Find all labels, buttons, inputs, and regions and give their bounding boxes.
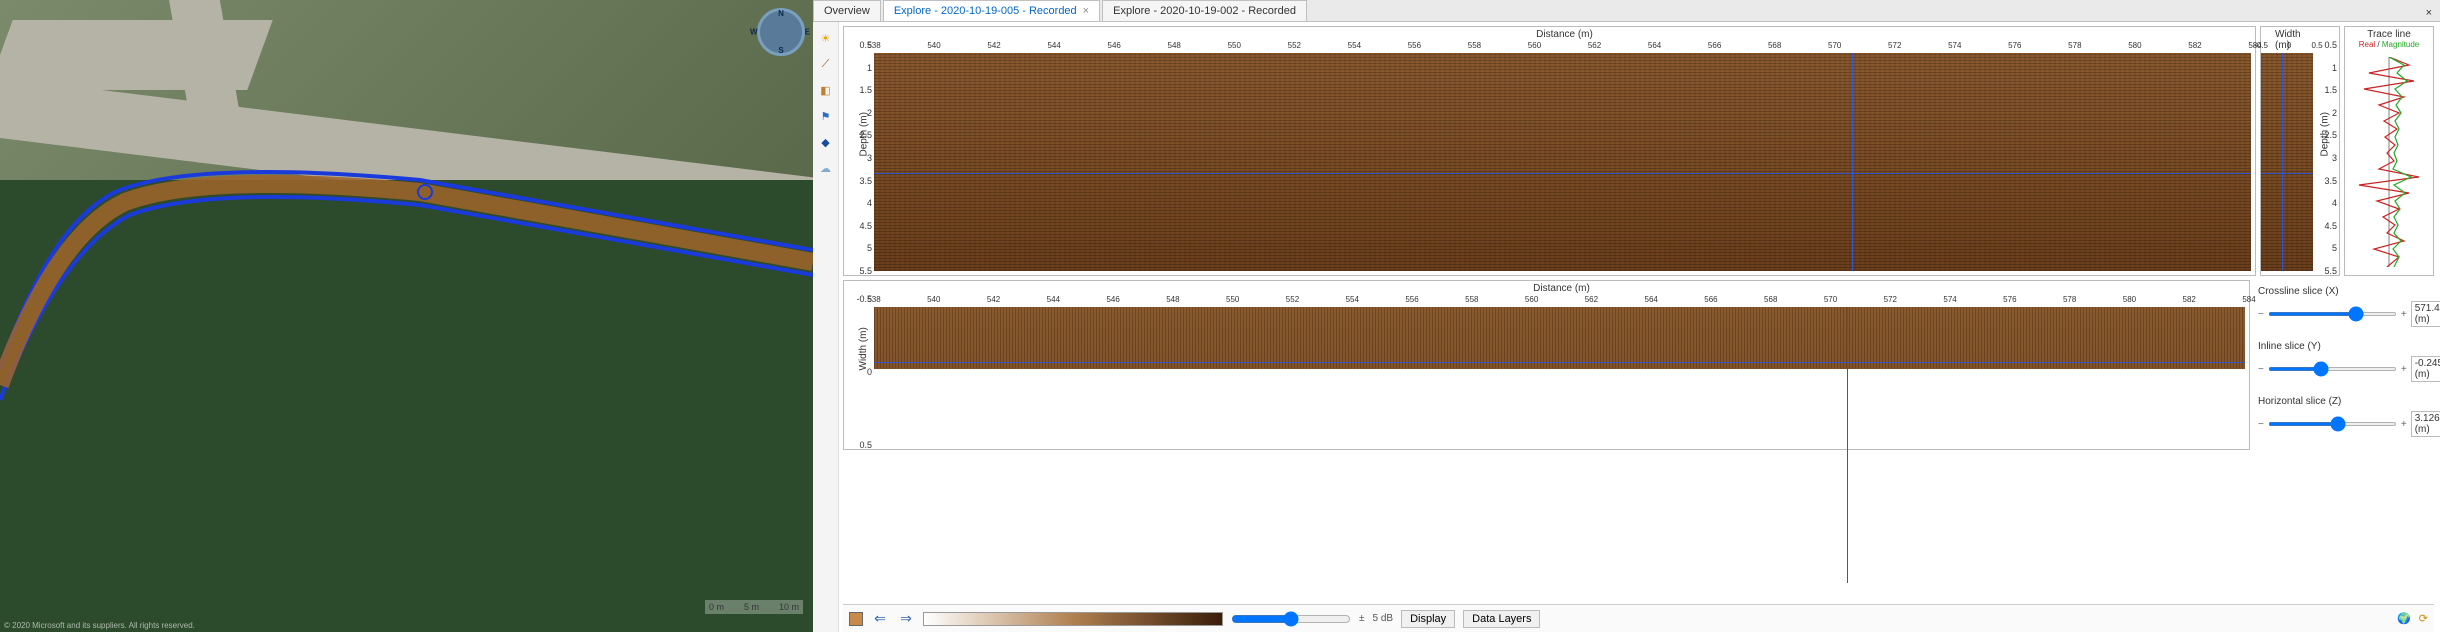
cscan-empty-region (874, 369, 2245, 445)
inline-value[interactable]: -0.245 (m) (2411, 356, 2440, 382)
color-swatch-icon[interactable] (849, 612, 863, 626)
crossline-minus-icon[interactable]: − (2258, 309, 2264, 320)
cscan-radargram[interactable] (874, 307, 2245, 445)
cscan-crosshair-v[interactable] (1847, 307, 1848, 583)
satellite-basemap (0, 0, 813, 632)
scale-0: 0 m (709, 602, 724, 612)
trace-view[interactable]: Trace line Real / Magnitude (2344, 26, 2434, 276)
globe-icon[interactable]: 🌍 (2397, 612, 2411, 625)
width-ylabel: Depth (m) (2319, 112, 2330, 156)
scale-5: 5 m (744, 602, 759, 612)
inline-slider[interactable] (2268, 367, 2397, 371)
bscan-radargram[interactable] (874, 53, 2251, 271)
crossline-slider[interactable] (2268, 312, 2397, 316)
compass-s: S (778, 46, 783, 55)
tab-overview[interactable]: Overview (813, 0, 881, 21)
data-panel: Overview Explore - 2020-10-19-005 - Reco… (813, 0, 2440, 632)
colormap-gradient[interactable] (923, 612, 1223, 626)
inline-label: Inline slice (Y) (2258, 341, 2430, 352)
tab-explore-002-label: Explore - 2020-10-19-002 - Recorded (1113, 5, 1296, 17)
horizontal-plus-icon[interactable]: + (2401, 419, 2407, 430)
trace-legend: Real / Magnitude (2345, 40, 2433, 49)
map-view[interactable]: N S E W 0 m 5 m 10 m © 2020 Microsoft an… (0, 0, 813, 632)
cscan-xlabel: Distance (m) (1533, 283, 1590, 294)
display-button[interactable]: Display (1401, 610, 1455, 628)
sun-icon[interactable]: ☀ (816, 28, 836, 48)
horizontal-value[interactable]: 3.126 (m) (2411, 411, 2440, 437)
map-copyright: © 2020 Microsoft and its suppliers. All … (4, 621, 195, 630)
gain-slider[interactable] (1231, 611, 1351, 627)
compass-n: N (778, 9, 784, 18)
compass-w: W (750, 28, 758, 37)
bscan-crosshair-h[interactable] (874, 173, 2251, 174)
horizontal-label: Horizontal slice (Z) (2258, 396, 2430, 407)
tab-overview-label: Overview (824, 5, 870, 17)
width-crosshair-h[interactable] (2261, 173, 2313, 174)
horizontal-slider[interactable] (2268, 422, 2397, 426)
trace-title: Trace line (2345, 27, 2433, 40)
bottom-toolbar: ⇐ ⇒ ± 5 dB Display Data Layers 🌍 ⟳ (843, 604, 2434, 632)
inline-plus-icon[interactable]: + (2401, 364, 2407, 375)
map-scale-bar: 0 m 5 m 10 m (705, 600, 803, 614)
flag-icon[interactable]: ⚑ (816, 106, 836, 126)
tab-bar: Overview Explore - 2020-10-19-005 - Reco… (813, 0, 2440, 22)
close-icon[interactable]: × (1083, 5, 1089, 17)
trace-legend-real: Real (2359, 40, 2375, 49)
prev-arrow-icon[interactable]: ⇐ (871, 610, 889, 627)
scale-10: 10 m (779, 602, 799, 612)
cscan-view[interactable]: Width (m) -0.500.5 Distance (m) 53854054… (843, 280, 2250, 450)
horizontal-minus-icon[interactable]: − (2258, 419, 2264, 430)
compass-e: E (805, 28, 810, 37)
left-toolstrip: ☀ ⟋ ◧ ⚑ ◆ ☁ (813, 22, 839, 632)
cloud-icon[interactable]: ☁ (816, 158, 836, 178)
compass[interactable]: N S E W (757, 8, 805, 56)
width-view[interactable]: Width (m) -0.500.5 0.511.522.533.544.555… (2260, 26, 2340, 276)
width-radargram[interactable] (2261, 53, 2313, 271)
data-layers-button[interactable]: Data Layers (1463, 610, 1540, 628)
gain-value: 5 dB (1373, 613, 1394, 624)
slice-sliders: Crossline slice (X) − + 571.436 (m) Inli… (2254, 280, 2434, 450)
ruler-icon[interactable]: ⟋ (816, 54, 836, 74)
tab-explore-005-label: Explore - 2020-10-19-005 - Recorded (894, 5, 1077, 17)
tab-explore-002[interactable]: Explore - 2020-10-19-002 - Recorded (1102, 0, 1307, 21)
layers-icon[interactable]: ◧ (816, 80, 836, 100)
gain-sign: ± (1359, 613, 1365, 624)
width-crosshair-v[interactable] (2282, 53, 2283, 271)
trace-legend-mag: Magnitude (2382, 40, 2419, 49)
refresh-icon[interactable]: ⟳ (2419, 612, 2428, 625)
bscan-xlabel: Distance (m) (1536, 29, 1593, 40)
crossline-label: Crossline slice (X) (2258, 286, 2430, 297)
tab-explore-005[interactable]: Explore - 2020-10-19-005 - Recorded × (883, 0, 1100, 21)
bscan-view[interactable]: Depth (m) 0.511.522.533.544.555.5 Distan… (843, 26, 2256, 276)
bscan-crosshair-v[interactable] (1852, 53, 1853, 271)
next-arrow-icon[interactable]: ⇒ (897, 610, 915, 627)
crossline-value[interactable]: 571.436 (m) (2411, 301, 2440, 327)
panel-close-icon[interactable]: × (2418, 5, 2440, 21)
trace-plot (2349, 57, 2429, 267)
bookmark-icon[interactable]: ◆ (816, 132, 836, 152)
cscan-crosshair-h[interactable] (874, 362, 2245, 363)
inline-minus-icon[interactable]: − (2258, 364, 2264, 375)
crossline-plus-icon[interactable]: + (2401, 309, 2407, 320)
